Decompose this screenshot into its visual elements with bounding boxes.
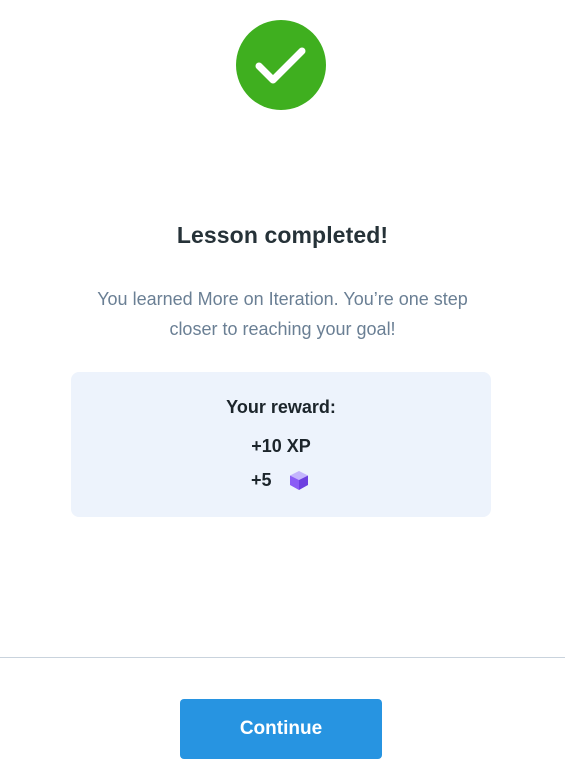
reward-heading: Your reward:	[226, 397, 336, 417]
lesson-completed-title: Lesson completed!	[176, 222, 389, 248]
reward-card: Your reward: +10 XP +5	[71, 372, 491, 517]
completion-message: You learned More on Iteration. You’re on…	[97, 289, 468, 339]
xp-reward: +10 XP	[251, 436, 311, 456]
gems-amount: +5	[251, 469, 272, 490]
footer-divider	[0, 657, 565, 658]
gems-reward: +5	[251, 468, 310, 492]
success-check-badge	[236, 20, 326, 110]
gem-cube-icon	[289, 471, 308, 490]
checkmark-icon	[255, 47, 306, 84]
continue-button[interactable]: Continue	[180, 699, 382, 759]
